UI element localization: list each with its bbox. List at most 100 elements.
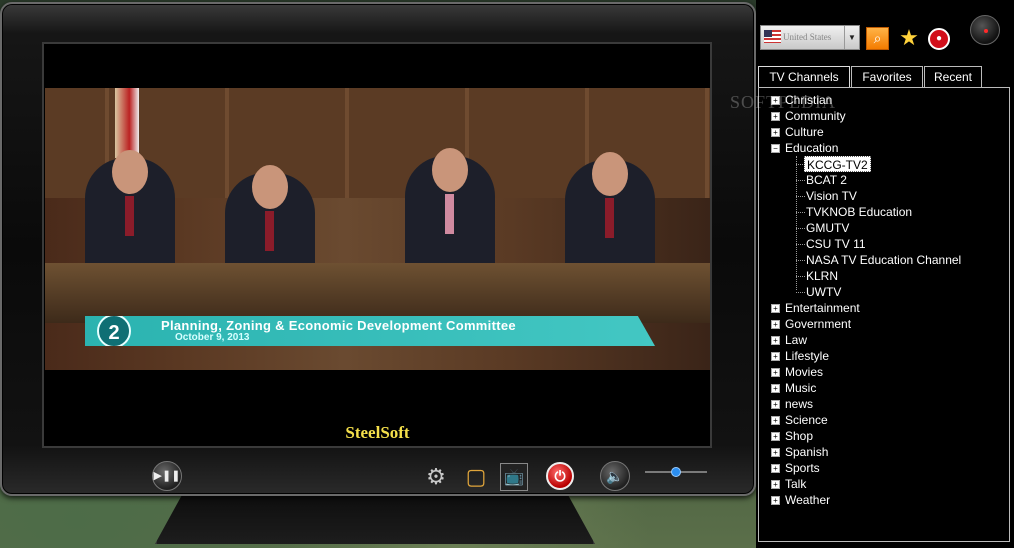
category-label: Culture — [785, 125, 824, 139]
category-node[interactable]: + Government — [771, 316, 851, 332]
category-node[interactable]: + Culture — [771, 124, 824, 140]
video-table — [45, 263, 710, 323]
video-person — [405, 148, 495, 276]
category-label: Sports — [785, 461, 820, 475]
video-flag — [115, 88, 139, 158]
category-label: Law — [785, 333, 808, 347]
aspect-ratio-icon[interactable]: ▢ — [462, 463, 490, 491]
tv-stand — [155, 496, 595, 544]
video-person — [85, 150, 175, 278]
volume-slider[interactable] — [645, 467, 707, 477]
expand-icon[interactable]: + — [771, 400, 780, 409]
channel-item[interactable]: BCAT 2 — [806, 172, 847, 188]
expand-icon[interactable]: + — [771, 128, 780, 137]
category-label: Spanish — [785, 445, 829, 459]
expand-icon[interactable]: + — [771, 384, 780, 393]
tab-tv-channels[interactable]: TV Channels — [758, 66, 850, 88]
expand-icon[interactable]: + — [771, 464, 780, 473]
video-banner: 2 Planning, Zoning & Economic Developmen… — [85, 316, 655, 346]
channel-item[interactable]: NASA TV Education Channel — [806, 252, 961, 268]
tree-connector — [796, 276, 805, 277]
category-label: news — [785, 397, 814, 411]
record-tv-icon[interactable]: 📺 — [500, 463, 528, 491]
expand-icon[interactable]: + — [771, 448, 780, 457]
category-label: Weather — [785, 493, 831, 507]
category-node[interactable]: + Music — [771, 380, 816, 396]
chevron-down-icon[interactable]: ▼ — [844, 26, 859, 49]
tree-connector — [796, 292, 805, 293]
category-label: Talk — [785, 477, 807, 491]
category-label: Music — [785, 381, 817, 395]
tab-favorites[interactable]: Favorites — [851, 66, 923, 87]
category-node[interactable]: + Sports — [771, 460, 820, 476]
category-label: Shop — [785, 429, 814, 443]
channel-item[interactable]: KCCG-TV2 — [804, 156, 871, 172]
mute-button[interactable]: 🔈 — [600, 461, 630, 491]
power-button[interactable] — [970, 15, 1000, 45]
star-icon: ★ — [899, 25, 919, 50]
category-node[interactable]: + Law — [771, 332, 807, 348]
expand-icon[interactable]: + — [771, 480, 780, 489]
tree-connector — [796, 196, 805, 197]
category-label: Science — [785, 413, 828, 427]
record-icon: ● — [935, 33, 943, 44]
collapse-icon[interactable]: − — [771, 144, 780, 153]
category-label: Government — [785, 317, 852, 331]
expand-icon[interactable]: + — [771, 432, 780, 441]
stop-button[interactable]: ⏻ — [546, 462, 574, 490]
us-flag-icon — [764, 30, 781, 43]
category-node[interactable]: + Movies — [771, 364, 823, 380]
category-node[interactable]: + Shop — [771, 428, 813, 444]
category-node[interactable]: + news — [771, 396, 813, 412]
category-label: Movies — [785, 365, 824, 379]
country-select[interactable]: United States ▼ — [760, 25, 860, 50]
brand-label: SteelSoft — [45, 421, 710, 445]
tree-connector — [796, 260, 805, 261]
watermark: SOFTPEDIA — [730, 92, 837, 112]
banner-date: October 9, 2013 — [175, 332, 250, 343]
volume-knob[interactable] — [671, 467, 681, 477]
expand-icon[interactable]: + — [771, 320, 780, 329]
category-node[interactable]: + Lifestyle — [771, 348, 829, 364]
category-node[interactable]: + Science — [771, 412, 828, 428]
category-label: Lifestyle — [785, 349, 830, 363]
tree-connector — [796, 156, 797, 290]
expand-icon[interactable]: + — [771, 112, 780, 121]
tab-recent[interactable]: Recent — [924, 66, 982, 87]
category-label: Education — [785, 141, 839, 155]
banner-number: 2 — [97, 316, 131, 346]
channel-item[interactable]: UWTV — [806, 284, 841, 300]
category-label: Entertainment — [785, 301, 860, 315]
tree-connector — [796, 228, 805, 229]
category-node[interactable]: − Education — [771, 140, 838, 156]
expand-icon[interactable]: + — [771, 352, 780, 361]
category-node[interactable]: + Spanish — [771, 444, 828, 460]
tree-connector — [796, 212, 805, 213]
tree-connector — [796, 244, 805, 245]
expand-icon[interactable]: + — [771, 496, 780, 505]
tree-connector — [796, 180, 805, 181]
settings-icon[interactable]: ⚙ — [422, 463, 450, 491]
category-node[interactable]: + Talk — [771, 476, 806, 492]
category-node[interactable]: + Weather — [771, 492, 830, 508]
search-button[interactable]: ⌕ — [866, 27, 889, 50]
banner-title: Planning, Zoning & Economic Development … — [161, 318, 516, 333]
expand-icon[interactable]: + — [771, 368, 780, 377]
category-node[interactable]: + Entertainment — [771, 300, 860, 316]
video-person — [565, 152, 655, 280]
expand-icon[interactable]: + — [771, 416, 780, 425]
channel-tree: + Christian + Community + Culture − Education KC… — [758, 87, 1010, 542]
channel-item[interactable]: GMUTV — [806, 220, 849, 236]
search-icon: ⌕ — [873, 30, 882, 46]
channel-item[interactable]: KLRN — [806, 268, 838, 284]
play-pause-button[interactable]: ▶❚❚ — [152, 461, 182, 491]
channel-item[interactable]: Vision TV — [806, 188, 857, 204]
country-label: United States — [783, 32, 832, 42]
channel-item[interactable]: TVKNOB Education — [806, 204, 912, 220]
favorite-button[interactable]: ★ — [897, 26, 921, 50]
record-button[interactable]: ● — [928, 28, 950, 50]
expand-icon[interactable]: + — [771, 304, 780, 313]
channel-item[interactable]: CSU TV 11 — [806, 236, 866, 252]
expand-icon[interactable]: + — [771, 336, 780, 345]
video-frame[interactable]: 2 Planning, Zoning & Economic Developmen… — [45, 88, 710, 370]
